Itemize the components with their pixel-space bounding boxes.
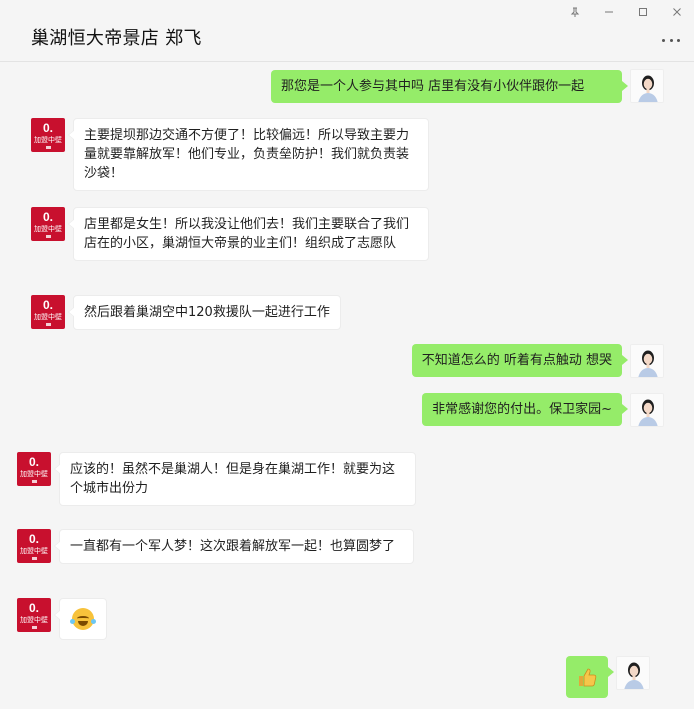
chat-title: 巢湖恒大帝景店 郑飞 (31, 28, 202, 49)
contact-avatar[interactable]: 0. 加盟中壁 (31, 295, 65, 329)
contact-avatar[interactable]: 0. 加盟中壁 (31, 207, 65, 241)
maximize-icon[interactable] (626, 0, 660, 24)
message-bubble-sent[interactable]: 不知道怎么的 听着有点触动 想哭 (411, 344, 629, 377)
crying-laughing-emoji (70, 608, 96, 630)
self-avatar[interactable] (630, 69, 664, 103)
contact-avatar[interactable]: 0. 加盟中壁 (17, 529, 51, 563)
contact-avatar[interactable]: 0. 加盟中壁 (17, 598, 51, 632)
minimize-icon[interactable] (592, 0, 626, 24)
self-avatar[interactable] (630, 393, 664, 427)
message-bubble-sent[interactable]: 那您是一个人参与其中吗 店里有没有小伙伴跟你一起 (271, 70, 628, 103)
message-bubble-received[interactable]: 主要提坝那边交通不方便了！比较偏远！所以导致主要力量就要靠解放军！他们专业，负责… (68, 118, 429, 191)
message-list[interactable]: 那您是一个人参与其中吗 店里有没有小伙伴跟你一起 0. 加盟中壁 主要提坝那边交… (0, 62, 694, 709)
message-bubble-received[interactable]: 一直都有一个军人梦！这次跟着解放军一起！也算圆梦了 (54, 529, 414, 564)
window-controls (558, 0, 694, 24)
contact-avatar[interactable]: 0. 加盟中壁 (17, 452, 51, 486)
contact-avatar[interactable]: 0. 加盟中壁 (31, 118, 65, 152)
close-icon[interactable] (660, 0, 694, 24)
more-options-icon[interactable] (662, 36, 680, 44)
message-bubble-received[interactable]: 应该的！虽然不是巢湖人！但是身在巢湖工作！就要为这个城市出份力 (54, 452, 416, 506)
pin-icon[interactable] (558, 0, 592, 24)
message-bubble-received[interactable] (54, 598, 107, 640)
self-avatar[interactable] (616, 656, 650, 690)
message-bubble-received[interactable]: 店里都是女生！所以我没让他们去！我们主要联合了我们店在的小区，巢湖恒大帝景的业主… (68, 207, 429, 261)
self-avatar[interactable] (630, 344, 664, 378)
message-bubble-received[interactable]: 然后跟着巢湖空中120救援队一起进行工作 (68, 295, 341, 330)
message-bubble-sent[interactable] (566, 656, 614, 698)
message-bubble-sent[interactable]: 非常感谢您的付出。保卫家园~ (422, 393, 628, 426)
thumbs-up-emoji (579, 668, 597, 687)
